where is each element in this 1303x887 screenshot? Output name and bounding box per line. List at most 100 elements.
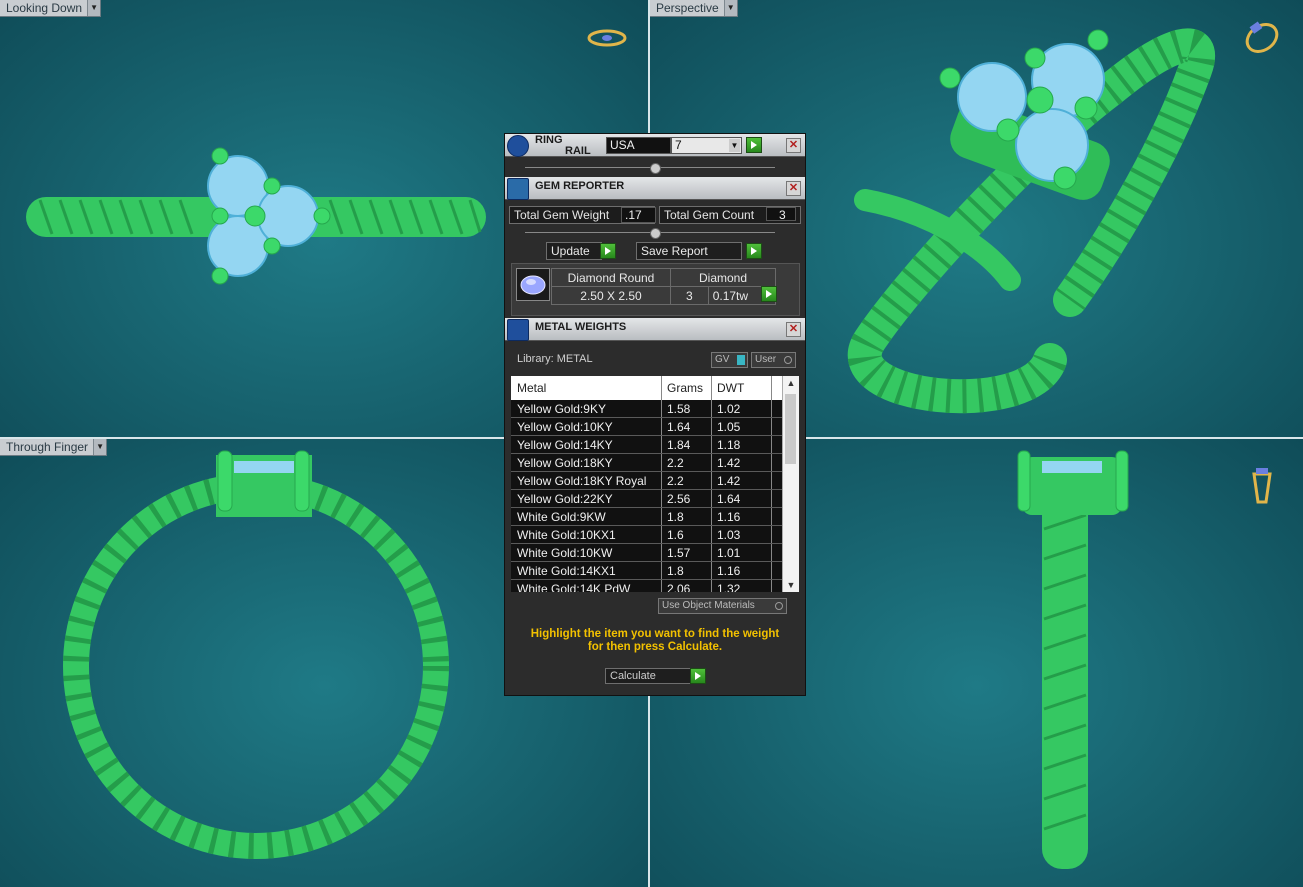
metal-name: Yellow Gold:14KY [517, 438, 613, 452]
use-object-materials-label: Use Object Materials [662, 600, 755, 611]
chevron-down-icon[interactable]: ▼ [87, 0, 101, 16]
viewport-label-text: Perspective [656, 1, 719, 15]
column-metal[interactable]: Metal [517, 381, 546, 395]
column-grams[interactable]: Grams [667, 381, 703, 395]
chevron-down-icon[interactable]: ▼ [729, 139, 740, 152]
metal-weights-header: METAL WEIGHTS ✕ [505, 318, 805, 341]
gem-go-button[interactable] [761, 286, 777, 302]
chevron-down-icon[interactable]: ▼ [723, 0, 737, 16]
table-row[interactable]: Yellow Gold:22KY 2.56 1.64 [511, 490, 799, 508]
gem-list: Diamond Round Diamond 2.50 X 2.50 3 0.17… [511, 263, 800, 316]
ring-rail-title-2: RAIL [565, 145, 591, 157]
table-row[interactable]: White Gold:14K PdW 2.06 1.32 [511, 580, 799, 592]
save-report-go-button[interactable] [746, 243, 762, 259]
chevron-down-icon[interactable]: ▼ [93, 439, 107, 455]
table-row[interactable]: Yellow Gold:14KY 1.84 1.18 [511, 436, 799, 454]
table-row[interactable]: Yellow Gold:9KY 1.58 1.02 [511, 400, 799, 418]
library-label: Library: METAL [517, 353, 593, 365]
table-row[interactable]: White Gold:14KX1 1.8 1.16 [511, 562, 799, 580]
total-gem-count-label: Total Gem Count [664, 208, 755, 222]
save-report-button[interactable]: Save Report [636, 242, 742, 260]
metal-name: Yellow Gold:22KY [517, 492, 613, 506]
total-gem-count-value: 3 [766, 207, 796, 222]
update-go-button[interactable] [600, 243, 616, 259]
ring-region-field[interactable]: USA [606, 137, 671, 154]
close-icon[interactable]: ✕ [786, 138, 801, 153]
close-icon[interactable]: ✕ [786, 322, 801, 337]
metal-name: White Gold:9KW [517, 510, 606, 524]
metal-grams: 2.2 [667, 456, 684, 470]
table-row[interactable]: White Gold:10KX1 1.6 1.03 [511, 526, 799, 544]
viewport-label[interactable]: Through Finger ▼ [0, 439, 108, 456]
calculate-label: Calculate [610, 670, 656, 682]
ring-rail-go-button[interactable] [746, 137, 762, 153]
metal-dwt: 1.18 [717, 438, 741, 452]
gem-row[interactable]: Diamond Round Diamond 2.50 X 2.50 3 0.17… [551, 268, 777, 305]
table-row[interactable]: White Gold:9KW 1.8 1.16 [511, 508, 799, 526]
metal-grams: 2.56 [667, 492, 691, 506]
ring-size-value: 7 [675, 138, 682, 152]
metal-grams: 1.8 [667, 564, 684, 578]
scroll-thumb[interactable] [785, 394, 796, 464]
total-gem-count-field: Total Gem Count 3 [659, 206, 801, 224]
panel-grip[interactable] [505, 163, 805, 174]
metal-dwt: 1.05 [717, 420, 741, 434]
table-row[interactable]: Yellow Gold:18KY Royal 2.2 1.42 [511, 472, 799, 490]
calculate-go-button[interactable] [690, 668, 706, 684]
metal-grams: 2.06 [667, 582, 691, 592]
viewport-label[interactable]: Looking Down ▼ [0, 0, 102, 17]
ring-region-value: USA [610, 138, 635, 152]
instruction-line-2: for then press Calculate. [587, 641, 723, 653]
use-object-materials-toggle[interactable]: Use Object Materials [658, 598, 787, 614]
total-gem-weight-value: .17 [621, 207, 656, 223]
metal-name: White Gold:14K PdW [517, 582, 631, 592]
diamond-round-icon [516, 268, 550, 301]
total-gem-weight-label: Total Gem Weight [514, 208, 610, 222]
metal-dwt: 1.02 [717, 402, 741, 416]
metal-table[interactable]: Metal Grams DWT Yellow Gold:9KY 1.58 1.02 Y… [511, 376, 799, 592]
gv-toggle[interactable]: GV [711, 352, 748, 368]
pyramid-icon [507, 319, 529, 341]
tools-panel: RING RAIL USA 7 ▼ ✕ GEM REPORTER ✕ Total … [504, 133, 806, 696]
metal-weights-title: METAL WEIGHTS [535, 321, 627, 333]
user-toggle[interactable]: User [751, 352, 796, 368]
calculate-button[interactable]: Calculate [605, 668, 691, 684]
metal-name: White Gold:10KW [517, 546, 613, 560]
scroll-up-icon[interactable]: ▲ [783, 376, 799, 390]
metal-dwt: 1.64 [717, 492, 741, 506]
gv-label: GV [715, 354, 730, 365]
ring-rail-icon [507, 135, 529, 157]
metal-grams: 1.8 [667, 510, 684, 524]
metal-dwt: 1.03 [717, 528, 741, 542]
gem-type: Diamond [670, 268, 776, 287]
scroll-down-icon[interactable]: ▼ [783, 578, 799, 592]
ring-size-select[interactable]: 7 ▼ [671, 137, 742, 154]
metal-grams: 1.6 [667, 528, 684, 542]
close-icon[interactable]: ✕ [786, 181, 801, 196]
gem-count: 3 [670, 286, 709, 305]
table-row[interactable]: White Gold:10KW 1.57 1.01 [511, 544, 799, 562]
metal-table-header: Metal Grams DWT [511, 376, 799, 400]
viewport-label[interactable]: Perspective ▼ [650, 0, 738, 17]
viewport-label-text: Looking Down [6, 1, 83, 15]
metal-table-scrollbar[interactable]: ▲ ▼ [782, 376, 799, 592]
ring-rail-header: RING RAIL USA 7 ▼ ✕ [505, 134, 805, 157]
metal-name: White Gold:14KX1 [517, 564, 616, 578]
viewport-label-text: Through Finger [6, 440, 89, 454]
table-row[interactable]: Yellow Gold:18KY 2.2 1.42 [511, 454, 799, 472]
metal-name: Yellow Gold:18KY [517, 456, 613, 470]
metal-grams: 1.84 [667, 438, 691, 452]
gem-reporter-icon [507, 178, 529, 200]
gem-dimensions: 2.50 X 2.50 [551, 286, 671, 305]
metal-name: Yellow Gold:9KY [517, 402, 606, 416]
metal-grams: 1.64 [667, 420, 691, 434]
metal-grams: 1.57 [667, 546, 691, 560]
update-button[interactable]: Update [546, 242, 602, 260]
gem-reporter-title: GEM REPORTER [535, 180, 625, 192]
save-report-label: Save Report [641, 244, 708, 258]
column-dwt[interactable]: DWT [717, 381, 744, 395]
metal-dwt: 1.16 [717, 510, 741, 524]
panel-grip[interactable] [505, 228, 805, 239]
table-row[interactable]: Yellow Gold:10KY 1.64 1.05 [511, 418, 799, 436]
metal-dwt: 1.01 [717, 546, 741, 560]
